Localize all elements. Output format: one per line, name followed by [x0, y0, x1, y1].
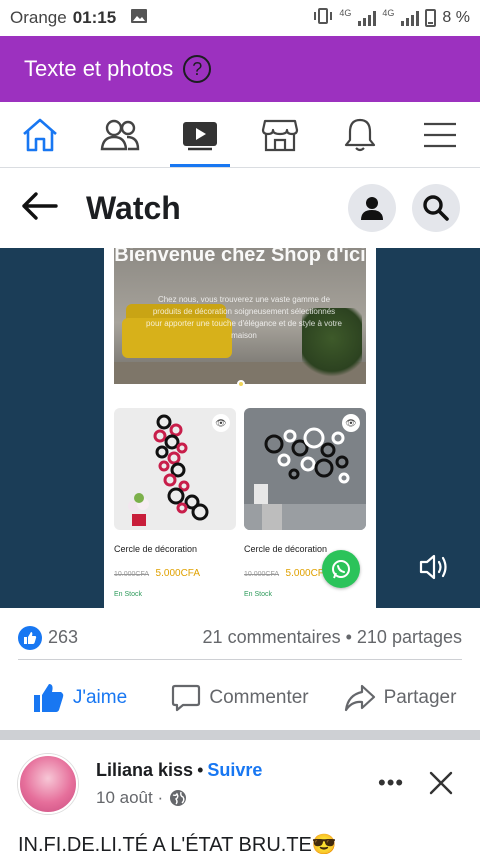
- bell-icon: [344, 118, 376, 151]
- comment-icon: [172, 684, 201, 712]
- product-old-price: 10.000CFA: [114, 571, 150, 578]
- back-arrow-icon[interactable]: [20, 191, 58, 226]
- author-name[interactable]: Liliana kiss: [96, 760, 193, 780]
- speaker-icon: [419, 554, 447, 580]
- close-icon[interactable]: [428, 770, 454, 801]
- text-photos-banner[interactable]: Texte et photos ?: [0, 36, 480, 102]
- search-icon: [423, 195, 449, 221]
- carrier-label: Orange: [10, 8, 67, 27]
- author-separator: •: [197, 760, 204, 780]
- share-button[interactable]: Partager: [320, 683, 480, 713]
- post-card: Liliana kiss • Suivre 10 août · ••• IN.FI.…: [0, 740, 480, 854]
- reaction-stats: 263 21 commentaires • 210 partages: [18, 620, 462, 660]
- friends-icon: [100, 119, 140, 150]
- marketplace-icon: [261, 119, 299, 151]
- stock-status: En Stock: [244, 591, 273, 598]
- comment-label: Commenter: [209, 687, 309, 708]
- signal-icon-2: [401, 10, 420, 26]
- product-old-price: 10.000CFA: [244, 571, 280, 578]
- whatsapp-icon: [332, 560, 350, 579]
- thumbs-up-icon: [33, 684, 64, 712]
- product-image: 👁: [244, 408, 366, 530]
- tab-home[interactable]: [0, 102, 80, 167]
- hero-title: Bienvenue chez Shop d'ici: [114, 248, 366, 266]
- watch-icon: [183, 121, 217, 150]
- comment-button[interactable]: Commenter: [160, 683, 320, 713]
- tab-notifications[interactable]: [320, 102, 400, 167]
- post-text: IN.FI.DE.LI.TÉ A L'ÉTAT BRU.TE😎: [18, 834, 337, 854]
- carousel-dot: [237, 380, 245, 388]
- quick-view-eye-icon[interactable]: 👁: [212, 414, 230, 432]
- menu-icon: [424, 122, 456, 147]
- help-icon[interactable]: ?: [183, 55, 212, 83]
- stock-status: En Stock: [114, 591, 143, 598]
- network-type-1: 4G: [339, 7, 352, 18]
- page-title: Watch: [86, 189, 181, 226]
- video-player[interactable]: Bienvenue chez Shop d'ici Chez nous, vou…: [0, 248, 480, 608]
- whatsapp-button[interactable]: [322, 550, 360, 588]
- globe-icon: [170, 790, 187, 806]
- share-label: Partager: [383, 687, 457, 708]
- feed-divider: [0, 730, 480, 740]
- tab-watch[interactable]: [160, 102, 240, 167]
- follow-link[interactable]: Suivre: [207, 760, 262, 780]
- search-button[interactable]: [412, 184, 460, 232]
- banner-label: Texte et photos: [24, 56, 174, 81]
- signal-icon-1: [358, 10, 377, 26]
- like-button[interactable]: J'aime: [0, 683, 160, 713]
- quick-view-eye-icon[interactable]: 👁: [342, 414, 360, 432]
- product-image: 👁: [114, 408, 236, 530]
- hero-text: Chez nous, vous trouverez une vaste gamm…: [146, 295, 342, 340]
- more-options-icon[interactable]: •••: [378, 770, 404, 796]
- profile-button[interactable]: [348, 184, 396, 232]
- main-tab-bar: [0, 102, 480, 168]
- vibrate-icon: [313, 7, 333, 29]
- gallery-notification-icon: [130, 8, 148, 29]
- person-icon: [361, 197, 383, 220]
- volume-toggle[interactable]: [418, 552, 450, 587]
- home-icon: [23, 118, 57, 151]
- status-bar: Orange 01:15 4G 4G 8 %: [0, 0, 480, 36]
- like-label: J'aime: [72, 687, 128, 708]
- product-name: Cercle de décoration: [114, 544, 198, 554]
- clock: 01:15: [72, 8, 117, 27]
- share-icon: [344, 684, 375, 712]
- tab-marketplace[interactable]: [240, 102, 320, 167]
- post-action-bar: J'aime Commenter Partager: [0, 672, 480, 724]
- comments-shares-count[interactable]: 21 commentaires • 210 partages: [203, 627, 462, 648]
- battery-level: 8 %: [442, 9, 470, 26]
- network-type-2: 4G: [382, 7, 395, 18]
- tab-menu[interactable]: [400, 102, 480, 167]
- product-price: 5.000CFA: [155, 568, 201, 579]
- battery-icon: [425, 9, 437, 27]
- watch-header: Watch: [0, 168, 480, 248]
- like-count[interactable]: 263: [48, 627, 78, 648]
- post-date[interactable]: 10 août ·: [96, 788, 163, 808]
- tab-friends[interactable]: [80, 102, 160, 167]
- avatar[interactable]: [18, 754, 78, 814]
- shop-hero-image: Bienvenue chez Shop d'ici Chez nous, vou…: [114, 248, 366, 384]
- product-card: 👁 Cercle de décoration 10.000CFA 5.000CF…: [114, 408, 238, 598]
- like-reaction-icon: [18, 625, 42, 650]
